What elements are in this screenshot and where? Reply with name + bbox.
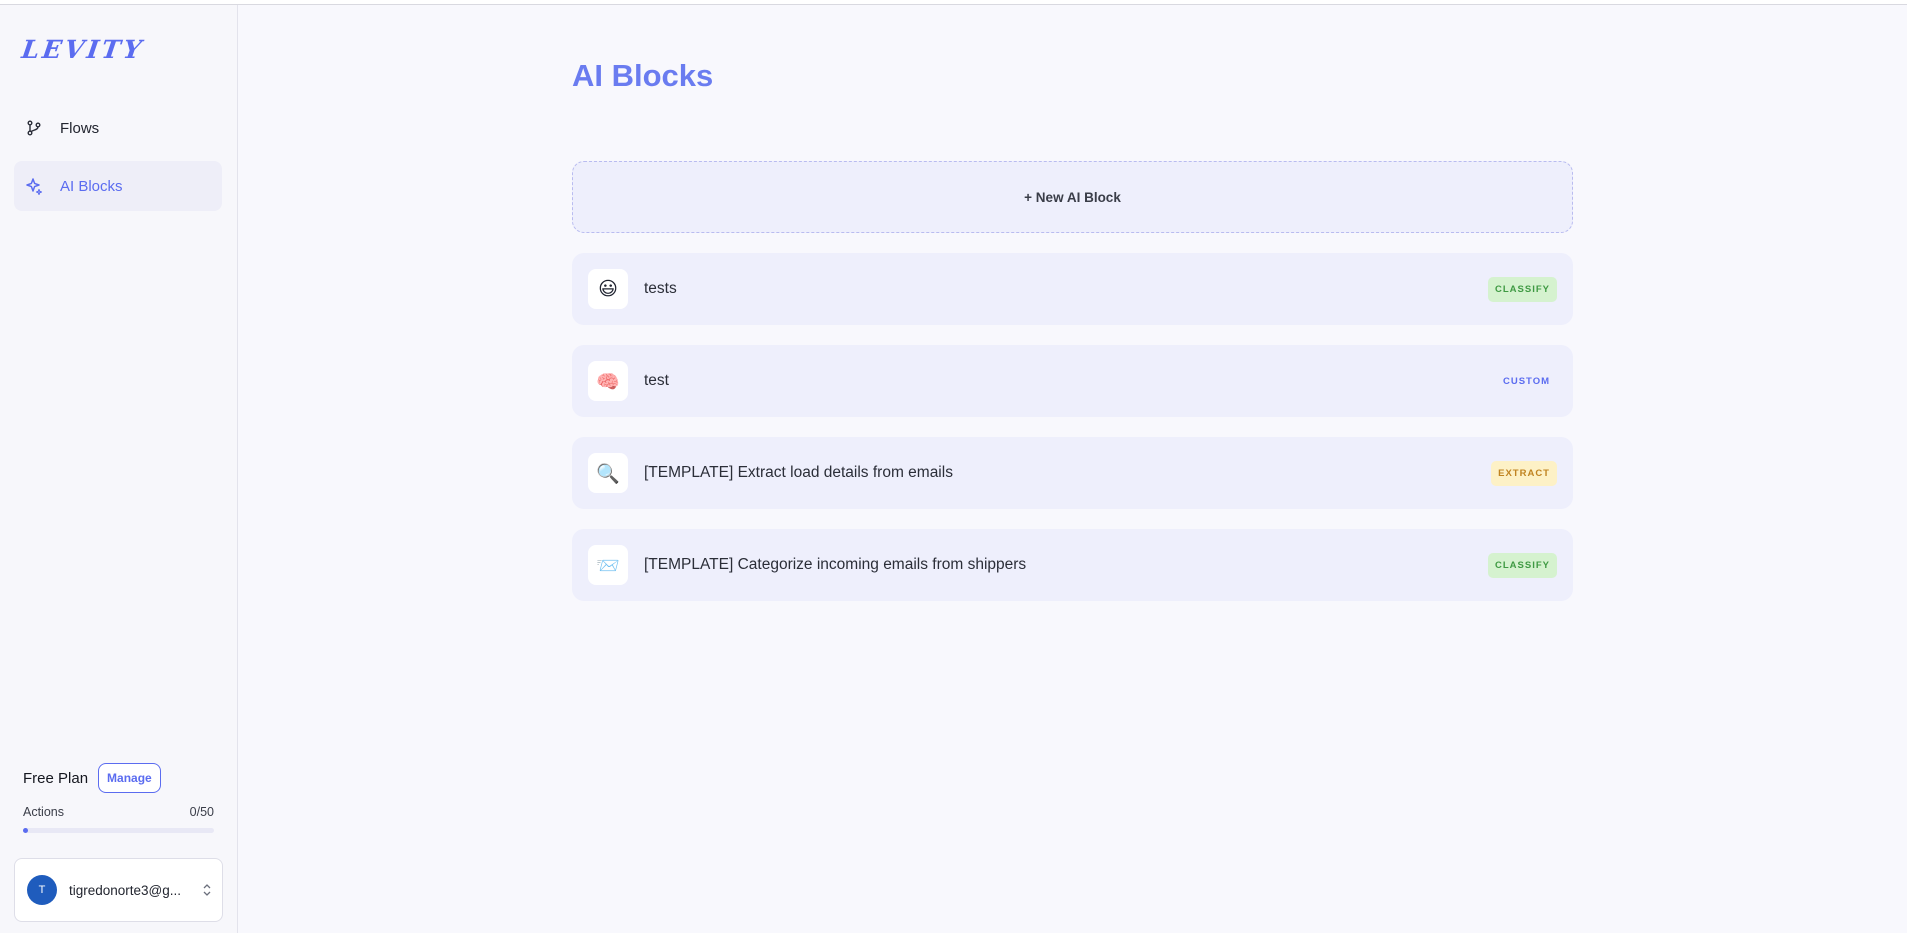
magnifier-emoji-icon: 🔍 <box>588 453 628 493</box>
smiley-emoji-icon: 😃 <box>588 269 628 309</box>
sparkle-icon <box>24 176 44 196</box>
avatar: T <box>27 875 57 905</box>
block-type-badge: CLASSIFY <box>1488 552 1557 578</box>
plan-name: Free Plan <box>23 769 89 787</box>
ai-block-row[interactable]: 📨 [TEMPLATE] Categorize incoming emails … <box>572 529 1573 601</box>
ai-block-row[interactable]: 🧠 test CUSTOM <box>572 345 1573 417</box>
ai-block-name: [TEMPLATE] Categorize incoming emails fr… <box>644 556 1027 573</box>
ai-block-name: [TEMPLATE] Extract load details from ema… <box>644 464 953 481</box>
plan-section: Free Plan Manage <box>23 763 161 793</box>
nav-label-ai-blocks: AI Blocks <box>60 177 123 195</box>
new-ai-block-button[interactable]: + New AI Block <box>572 161 1573 233</box>
actions-label: Actions <box>23 805 64 819</box>
block-type-badge: CUSTOM <box>1496 368 1557 394</box>
manage-plan-button[interactable]: Manage <box>98 763 161 793</box>
page-title: AI Blocks <box>572 58 714 93</box>
chevron-up-down-icon <box>202 883 212 897</box>
actions-progress-bar <box>23 828 214 833</box>
git-branch-icon <box>24 118 44 138</box>
block-type-badge: CLASSIFY <box>1488 276 1557 302</box>
ai-block-row[interactable]: 🔍 [TEMPLATE] Extract load details from e… <box>572 437 1573 509</box>
levity-logo[interactable]: LEVITY <box>20 35 146 64</box>
block-type-badge: EXTRACT <box>1491 460 1557 486</box>
brain-emoji-icon: 🧠 <box>588 361 628 401</box>
actions-progress-fill <box>23 828 28 833</box>
nav-label-flows: Flows <box>60 119 100 137</box>
envelope-emoji-icon: 📨 <box>588 545 628 585</box>
nav-item-ai-blocks[interactable]: AI Blocks <box>14 161 222 211</box>
user-email: tigredonorte3@g... <box>69 882 182 898</box>
browser-top-edge <box>0 0 1907 5</box>
ai-block-name: test <box>644 372 669 389</box>
user-account-switcher[interactable]: T tigredonorte3@g... <box>14 858 223 922</box>
nav-item-flows[interactable]: Flows <box>14 103 222 153</box>
ai-block-name: tests <box>644 280 677 297</box>
actions-count: 0/50 <box>189 805 214 819</box>
ai-block-row[interactable]: 😃 tests CLASSIFY <box>572 253 1573 325</box>
actions-usage: Actions 0/50 <box>23 805 214 819</box>
sidebar: LEVITY Flows AI Blocks Free Plan Manage … <box>0 5 238 933</box>
